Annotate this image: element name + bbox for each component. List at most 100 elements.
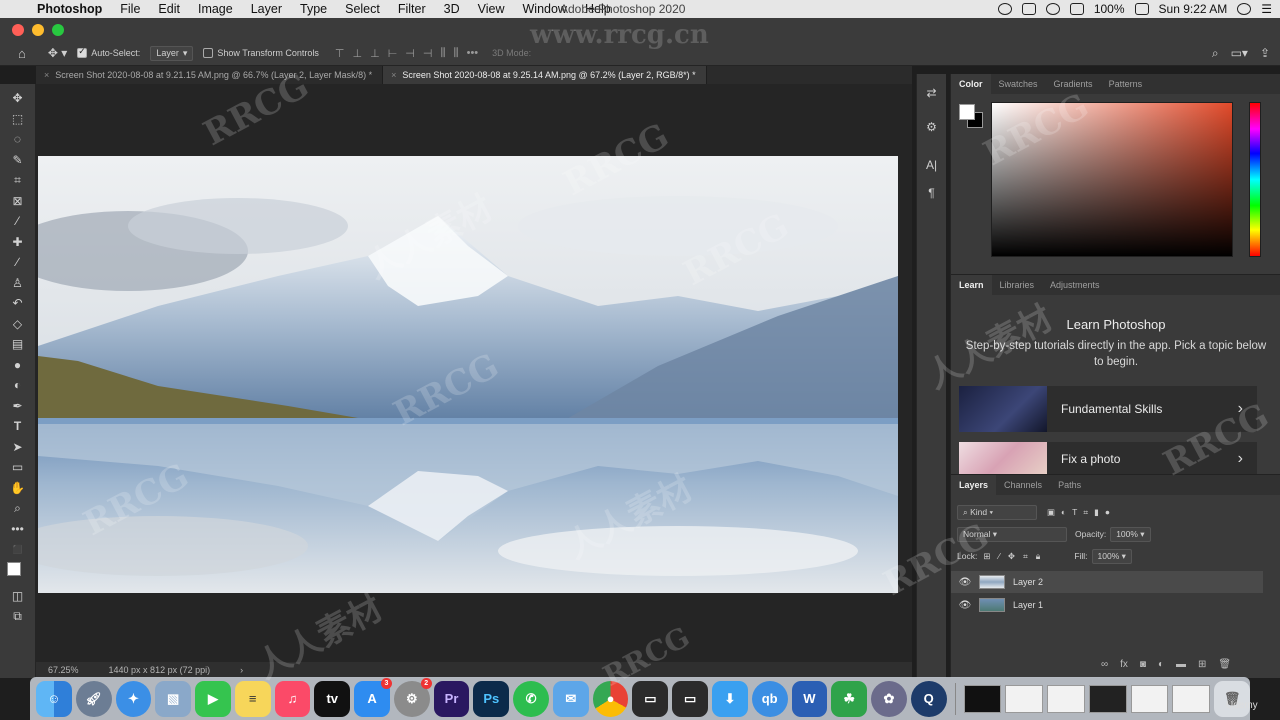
auto-select-toggle[interactable]: Auto-Select: xyxy=(77,46,140,58)
screen-capture-icon[interactable] xyxy=(1021,3,1036,15)
dodge-tool-icon[interactable]: ◐ xyxy=(7,375,29,396)
character-panel-icon[interactable]: A| xyxy=(921,154,943,176)
align-middle-icon[interactable]: ⊥ xyxy=(353,47,363,60)
align-right-icon[interactable]: ⊣ xyxy=(423,47,433,60)
dock-premiere-icon[interactable]: Pr xyxy=(433,680,470,717)
dock-recent-window-5[interactable] xyxy=(1130,684,1169,713)
dock-facetime-icon[interactable]: ▶ xyxy=(195,680,231,717)
move-tool-icon[interactable]: ✥ xyxy=(7,88,29,109)
align-left-icon[interactable]: ⊢ xyxy=(388,47,398,60)
tab-document-2[interactable]: × Screen Shot 2020-08-08 at 9.25.14 AM.pn… xyxy=(383,66,707,84)
layer-kind-filter[interactable]: ⌕ Kind ▾ xyxy=(957,504,1037,520)
crop-tool-icon[interactable]: ⌗ xyxy=(7,170,29,191)
transform-controls-toggle[interactable]: Show Transform Controls xyxy=(203,48,319,58)
more-options-icon[interactable]: ••• xyxy=(467,47,479,60)
close-tab-icon[interactable]: × xyxy=(391,70,396,80)
visibility-eye-icon[interactable]: 👁︎ xyxy=(951,577,979,588)
zoom-level[interactable]: 67.25% xyxy=(48,665,79,675)
align-top-icon[interactable]: ⊤ xyxy=(335,47,345,60)
paragraph-panel-icon[interactable]: ¶ xyxy=(921,182,943,204)
more-tools-icon[interactable]: ••• xyxy=(7,519,29,540)
dock-safari-icon[interactable]: ✦ xyxy=(115,680,152,717)
frame-tool-icon[interactable]: ⊠ xyxy=(7,191,29,212)
menu-select[interactable]: Select xyxy=(336,0,389,18)
zoom-window-icon[interactable] xyxy=(52,24,64,36)
record-icon[interactable] xyxy=(997,3,1012,15)
dock-recent-window-1[interactable] xyxy=(963,684,1002,713)
menu-layer[interactable]: Layer xyxy=(242,0,291,18)
visibility-eye-icon[interactable]: 👁︎ xyxy=(951,600,979,611)
tab-document-1[interactable]: × Screen Shot 2020-08-08 at 9.21.15 AM.pn… xyxy=(36,66,384,84)
move-tool-preset-icon[interactable]: ✥ ▾ xyxy=(48,46,67,60)
dock-launchpad-icon[interactable]: 🚀︎ xyxy=(75,680,112,717)
dock-app-store-icon[interactable]: A3 xyxy=(354,677,392,717)
distribute-icon[interactable]: ⫼ xyxy=(440,47,445,60)
blur-tool-icon[interactable]: ● xyxy=(7,355,29,376)
menu-view[interactable]: View xyxy=(469,0,514,18)
distribute-h-icon[interactable]: ⫼ xyxy=(454,47,459,60)
dock-finder-icon[interactable]: ☺ xyxy=(36,680,72,717)
transform-controls-checkbox[interactable] xyxy=(203,48,214,58)
tab-patterns[interactable]: Patterns xyxy=(1101,74,1151,94)
status-chevron-icon[interactable]: › xyxy=(240,665,243,675)
rectangle-tool-icon[interactable]: ▭ xyxy=(7,457,29,478)
tab-swatches[interactable]: Swatches xyxy=(991,74,1046,94)
menu-filter[interactable]: Filter xyxy=(389,0,435,18)
dock-recent-window-4[interactable] xyxy=(1088,684,1127,713)
close-tab-icon[interactable]: × xyxy=(44,70,49,80)
auto-select-dropdown[interactable]: Layer ▾ xyxy=(150,45,194,61)
dock-preview-icon[interactable]: ▧ xyxy=(155,680,192,717)
tab-paths[interactable]: Paths xyxy=(1050,475,1089,495)
layer-row-layer-2[interactable]: 👁︎ Layer 2 xyxy=(951,571,1263,593)
opacity-field[interactable]: 100% ▾ xyxy=(1110,526,1151,542)
dock-photo-app-icon[interactable]: ✿ xyxy=(871,680,907,717)
dock-system-preferences-icon[interactable]: ⚙ 2 xyxy=(393,677,432,717)
menu-file[interactable]: File xyxy=(111,0,149,18)
auto-select-checkbox[interactable] xyxy=(77,46,88,58)
menu-edit[interactable]: Edit xyxy=(149,0,189,18)
document-canvas[interactable] xyxy=(38,156,898,593)
hand-tool-icon[interactable]: ✋ xyxy=(7,478,29,499)
clock-text[interactable]: Sun 9:22 AM xyxy=(1159,2,1228,16)
dock-photoshop-icon[interactable]: Ps xyxy=(473,680,510,717)
align-bottom-icon[interactable]: ⊥ xyxy=(370,47,380,60)
eraser-tool-icon[interactable]: ◇ xyxy=(7,314,29,335)
pen-tool-icon[interactable]: ✒ xyxy=(7,396,29,417)
properties-panel-icon[interactable]: ⚙ xyxy=(921,116,943,138)
learn-card-fix-photo[interactable]: Fix a photo › xyxy=(959,442,1257,475)
foreground-color-swatch[interactable] xyxy=(6,561,21,576)
hue-slider[interactable] xyxy=(1249,102,1261,257)
color-picker-field[interactable] xyxy=(991,102,1233,257)
dock-word-icon[interactable]: W xyxy=(791,680,828,717)
adjustment-layer-icon[interactable]: ◐ xyxy=(1158,659,1164,670)
dock-recent-window-6[interactable] xyxy=(1172,684,1211,713)
flag-icon[interactable] xyxy=(1069,3,1084,15)
learn-card-fundamental-skills[interactable]: Fundamental Skills › xyxy=(959,386,1257,432)
wifi-icon[interactable] xyxy=(1045,3,1060,15)
control-center-icon[interactable]: ☰ xyxy=(1261,2,1272,16)
tab-learn[interactable]: Learn xyxy=(951,275,992,295)
new-group-icon[interactable]: ▬ xyxy=(1176,659,1186,670)
screen-mode-icon[interactable]: ⧉ xyxy=(7,606,29,627)
history-panel-icon[interactable]: ⇄ xyxy=(921,82,943,104)
dock-recent-window-2[interactable] xyxy=(1005,684,1044,713)
marquee-tool-icon[interactable]: ⬚ xyxy=(7,109,29,130)
eyedropper-tool-icon[interactable]: ⁄ xyxy=(7,211,29,232)
menu-3d[interactable]: 3D xyxy=(435,0,469,18)
tab-channels[interactable]: Channels xyxy=(996,475,1050,495)
tab-adjustments[interactable]: Adjustments xyxy=(1042,275,1108,295)
dock-qbittorrent-icon[interactable]: qb xyxy=(751,680,788,717)
color-swatches[interactable] xyxy=(6,560,29,586)
align-center-icon[interactable]: ⊣ xyxy=(405,47,415,60)
menu-app-name[interactable]: Photoshop xyxy=(28,0,111,18)
layer-style-fx[interactable]: fx xyxy=(1120,659,1128,670)
tab-gradients[interactable]: Gradients xyxy=(1046,74,1101,94)
brush-tool-icon[interactable]: ∕ xyxy=(7,252,29,273)
quick-mask-icon[interactable]: ◫ xyxy=(7,586,29,607)
battery-text[interactable]: 100% xyxy=(1094,2,1125,16)
menu-image[interactable]: Image xyxy=(189,0,242,18)
minimize-window-icon[interactable] xyxy=(32,24,44,36)
dock-green-app-icon[interactable]: ☘ xyxy=(831,680,868,717)
type-tool-icon[interactable]: T xyxy=(7,416,29,437)
canvas-area[interactable] xyxy=(36,84,912,662)
